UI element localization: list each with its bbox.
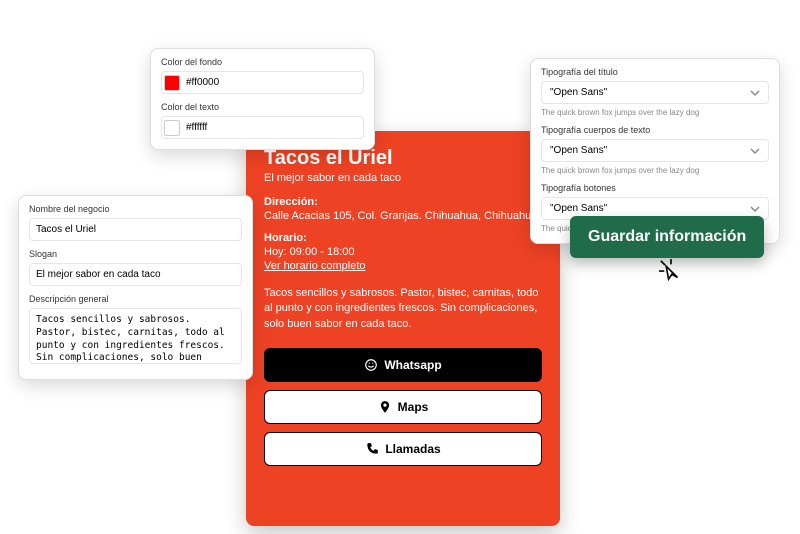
map-pin-icon xyxy=(378,400,392,414)
preview-hours-label: Horario: xyxy=(264,232,542,244)
button-font-value: "Open Sans" xyxy=(550,203,750,214)
slogan-label: Slogan xyxy=(29,249,242,259)
title-font-label: Tipografía del título xyxy=(541,67,769,77)
maps-button[interactable]: Maps xyxy=(264,390,542,424)
text-color-swatch[interactable] xyxy=(164,120,180,136)
background-text-color-panel: Color del fondo Color del texto xyxy=(150,48,375,150)
cursor-click-icon xyxy=(658,258,684,289)
body-font-select[interactable]: "Open Sans" xyxy=(541,139,769,162)
calls-button[interactable]: Llamadas xyxy=(264,432,542,466)
chevron-down-icon xyxy=(750,204,760,214)
background-color-value-input[interactable] xyxy=(180,74,361,91)
background-color-input-row[interactable] xyxy=(161,71,364,94)
whatsapp-button[interactable]: Whatsapp xyxy=(264,348,542,382)
preview-hours-text: Hoy: 09:00 - 18:00 xyxy=(264,246,542,258)
maps-button-label: Maps xyxy=(398,400,429,414)
whatsapp-button-label: Whatsapp xyxy=(384,358,441,372)
slogan-input[interactable] xyxy=(29,263,242,286)
text-color-input-row[interactable] xyxy=(161,116,364,139)
whatsapp-icon xyxy=(364,358,378,372)
preview-description: Tacos sencillos y sabrosos. Pastor, bist… xyxy=(264,286,542,332)
title-font-value: "Open Sans" xyxy=(550,87,750,98)
business-info-panel: Nombre del negocio Slogan Descripción ge… xyxy=(18,195,253,380)
title-font-sample: The quick brown fox jumps over the lazy … xyxy=(541,108,769,117)
button-font-label: Tipografía botones xyxy=(541,183,769,193)
body-font-label: Tipografía cuerpos de texto xyxy=(541,125,769,135)
text-color-label: Color del texto xyxy=(161,102,364,112)
background-color-swatch[interactable] xyxy=(164,75,180,91)
chevron-down-icon xyxy=(750,146,760,156)
text-color-value-input[interactable] xyxy=(180,119,361,136)
description-label: Descripción general xyxy=(29,294,242,304)
preview-title: Tacos el Uriel xyxy=(264,147,542,170)
phone-icon xyxy=(365,442,379,456)
chevron-down-icon xyxy=(750,88,760,98)
save-information-button[interactable]: Guardar información xyxy=(570,216,764,258)
preview-address-label: Dirección: xyxy=(264,196,542,208)
background-color-label: Color del fondo xyxy=(161,57,364,67)
body-font-sample: The quick brown fox jumps over the lazy … xyxy=(541,166,769,175)
business-name-input[interactable] xyxy=(29,218,242,241)
title-font-select[interactable]: "Open Sans" xyxy=(541,81,769,104)
calls-button-label: Llamadas xyxy=(385,442,440,456)
site-preview-card: Tacos el Uriel El mejor sabor en cada ta… xyxy=(246,131,560,526)
preview-slogan: El mejor sabor en cada taco xyxy=(264,172,542,184)
body-font-value: "Open Sans" xyxy=(550,145,750,156)
description-textarea[interactable] xyxy=(29,308,242,364)
business-name-label: Nombre del negocio xyxy=(29,204,242,214)
preview-address-text: Calle Acacias 105, Col. Granjas. Chihuah… xyxy=(264,210,542,222)
preview-full-hours-link[interactable]: Ver horario completo xyxy=(264,260,542,272)
